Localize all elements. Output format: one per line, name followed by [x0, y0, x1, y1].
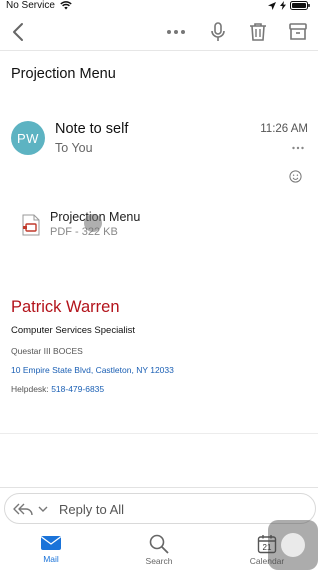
- pdf-file-icon: [22, 214, 40, 236]
- assistive-touch-inner: [281, 533, 305, 557]
- dictation-button[interactable]: [206, 20, 230, 44]
- mail-icon: [41, 536, 61, 550]
- reaction-button[interactable]: [289, 170, 302, 183]
- helpdesk-phone-link[interactable]: 518-479-6835: [51, 384, 104, 394]
- signature-address-link[interactable]: 10 Empire State Blvd, Castleton, NY 1203…: [11, 365, 174, 375]
- smiley-icon: [289, 170, 302, 183]
- sender-name[interactable]: Note to self: [55, 121, 128, 137]
- message-subject: Projection Menu: [11, 66, 116, 82]
- carrier-label: No Service: [6, 0, 55, 11]
- archive-icon: [289, 23, 307, 40]
- more-horizontal-icon: [292, 146, 304, 150]
- delete-button[interactable]: [246, 20, 270, 44]
- reply-divider: [0, 487, 318, 488]
- chevron-down-icon[interactable]: [37, 503, 49, 515]
- trash-icon: [250, 23, 266, 41]
- back-button[interactable]: [8, 20, 30, 44]
- tab-mail-label: Mail: [43, 554, 59, 564]
- tab-mail[interactable]: Mail: [21, 534, 81, 570]
- more-options-button[interactable]: [164, 20, 188, 44]
- archive-button[interactable]: [286, 20, 310, 44]
- microphone-icon: [211, 22, 225, 41]
- avatar[interactable]: PW: [11, 121, 45, 155]
- reply-all-label: Reply to All: [59, 502, 125, 517]
- assistive-touch-button[interactable]: [268, 520, 318, 570]
- more-horizontal-icon: [167, 30, 185, 34]
- body-divider: [0, 433, 318, 434]
- attachment-meta: PDF - 322 KB: [50, 226, 118, 238]
- location-arrow-icon: [268, 1, 276, 10]
- message-more-button[interactable]: [291, 141, 305, 155]
- tab-search-label: Search: [145, 556, 173, 566]
- reply-all-icon: [13, 503, 33, 516]
- signature-title: Computer Services Specialist: [11, 325, 136, 336]
- toolbar-divider: [0, 50, 318, 51]
- search-icon: [149, 534, 169, 554]
- signature-name: Patrick Warren: [11, 298, 120, 316]
- status-bar: No Service: [0, 0, 318, 14]
- recipient-line[interactable]: To You: [55, 141, 93, 155]
- battery-icon: [290, 1, 310, 10]
- charging-icon: [280, 1, 286, 10]
- touch-indicator: [84, 214, 102, 232]
- tab-search[interactable]: Search: [129, 534, 189, 570]
- chevron-left-icon: [13, 23, 23, 41]
- helpdesk-label: Helpdesk:: [11, 384, 49, 394]
- message-time: 11:26 AM: [260, 123, 308, 135]
- signature-helpdesk: Helpdesk: 518-479-6835: [11, 384, 104, 394]
- avatar-initials: PW: [17, 130, 39, 146]
- signature-organization: Questar III BOCES: [11, 346, 83, 356]
- reply-all-bar[interactable]: Reply to All: [4, 493, 316, 524]
- wifi-icon: [60, 1, 72, 10]
- message-toolbar: [0, 14, 318, 50]
